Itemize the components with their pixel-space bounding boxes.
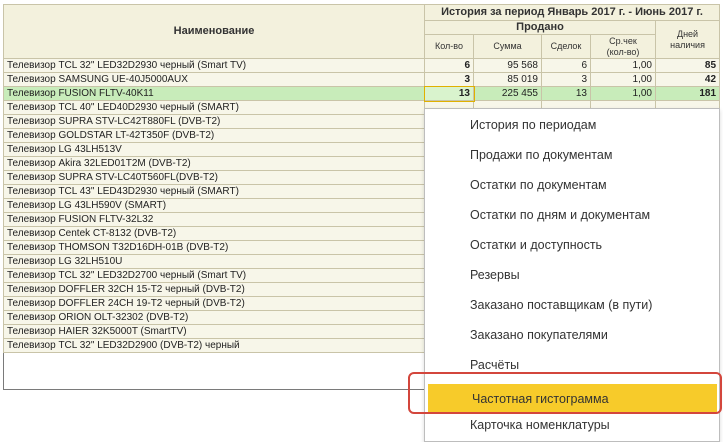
cell-days[interactable]: 181	[654, 86, 721, 101]
menu-item-stock-by-days-and-documents[interactable]: Остатки по дням и документам	[426, 200, 718, 230]
cell-deals[interactable]: 13	[541, 86, 591, 101]
period-header: История за период Январь 2017 г. - Июнь …	[423, 4, 721, 21]
table-row[interactable]: Телевизор FUSION FLTV-40K11 13 225 455 13 1,…	[3, 85, 721, 102]
cell-days[interactable]: 85	[654, 58, 721, 73]
cell-qty[interactable]: 6	[424, 58, 474, 73]
menu-item-item-card[interactable]: Карточка номенклатуры	[426, 410, 718, 440]
cell-avg-check[interactable]: 1,00	[590, 72, 656, 87]
menu-item-ordered-by-customers[interactable]: Заказано покупателями	[426, 320, 718, 350]
cell-deals[interactable]: 6	[541, 58, 591, 73]
menu-item-history-by-periods[interactable]: История по периодам	[426, 110, 718, 140]
column-header-days[interactable]: Дней наличия	[654, 20, 721, 59]
menu-item-stock-and-availability[interactable]: Остатки и доступность	[426, 230, 718, 260]
cell-name[interactable]: Телевизор LG 43LH513V	[3, 142, 425, 157]
cell-name[interactable]: Телевизор THOMSON T32D16DH-01B (DVB-T2)	[3, 240, 425, 255]
avg-check-label-line1: Ср.чек	[609, 35, 637, 46]
cell-qty[interactable]: 3	[424, 72, 474, 87]
cell-name[interactable]: Телевизор HAIER 32K5000T (SmartTV)	[3, 324, 425, 339]
column-header-avg-check[interactable]: Ср.чек (кол-во)	[590, 34, 656, 59]
cell-name[interactable]: Телевизор LG 43LH590V (SMART)	[3, 198, 425, 213]
menu-item-ordered-from-suppliers[interactable]: Заказано поставщикам (в пути)	[426, 290, 718, 320]
cell-name[interactable]: Телевизор GOLDSTAR LT-42T350F (DVB-T2)	[3, 128, 425, 143]
cell-name[interactable]: Телевизор FUSION FLTV-40K11	[3, 86, 425, 101]
cell-sum[interactable]: 225 455	[473, 86, 542, 101]
cell-name[interactable]: Телевизор SUPRA STV-LC40T560FL(DVB-T2)	[3, 170, 425, 185]
column-header-deals[interactable]: Сделок	[541, 34, 591, 59]
column-header-qty[interactable]: Кол-во	[424, 34, 474, 59]
table-row[interactable]: Телевизор SAMSUNG UE-40J5000AUX 3 85 019 3 1…	[3, 72, 721, 87]
days-label-line1: Дней	[676, 28, 699, 39]
cell-sum[interactable]: 85 019	[473, 72, 542, 87]
cell-name[interactable]: Телевизор LG 32LH510U	[3, 254, 425, 269]
cell-name[interactable]: Телевизор SAMSUNG UE-40J5000AUX	[3, 72, 425, 87]
column-header-name[interactable]: Наименование	[3, 4, 425, 59]
days-label-line2: наличия	[670, 39, 705, 50]
cell-name[interactable]: Телевизор Centek CT-8132 (DVB-T2)	[3, 226, 425, 241]
cell-name[interactable]: Телевизор TCL 40" LED40D2930 черный (SMA…	[3, 100, 425, 115]
cell-name[interactable]: Телевизор DOFFLER 32CH 15-T2 черный (DVB…	[3, 282, 425, 297]
table-row[interactable]: Телевизор TCL 32" LED32D2930 черный (Sma…	[3, 58, 721, 73]
avg-check-label-line2: (кол-во)	[606, 46, 640, 57]
cell-avg-check[interactable]: 1,00	[590, 86, 656, 101]
cell-avg-check[interactable]: 1,00	[590, 58, 656, 73]
highlight-frame	[408, 372, 722, 414]
cell-name[interactable]: Телевизор TCL 32" LED32D2900 (DVB-T2) че…	[3, 338, 425, 353]
cell-qty[interactable]: 13	[423, 85, 475, 102]
cell-name[interactable]: Телевизор ORION OLT-32302 (DVB-T2)	[3, 310, 425, 325]
menu-item-stock-by-documents[interactable]: Остатки по документам	[426, 170, 718, 200]
sold-header: Продано	[424, 20, 656, 35]
column-header-sum[interactable]: Сумма	[473, 34, 542, 59]
cell-name[interactable]: Телевизор FUSION FLTV-32L32	[3, 212, 425, 227]
cell-name[interactable]: Телевизор TCL 32" LED32D2930 черный (Sma…	[3, 58, 425, 73]
cell-sum[interactable]: 95 568	[473, 58, 542, 73]
menu-item-sales-by-documents[interactable]: Продажи по документам	[426, 140, 718, 170]
menu-item-reserves[interactable]: Резервы	[426, 260, 718, 290]
cell-name[interactable]: Телевизор DOFFLER 24CH 19-T2 черный (DVB…	[3, 296, 425, 311]
cell-name[interactable]: Телевизор TCL 43" LED43D2930 черный (SMA…	[3, 184, 425, 199]
cell-name[interactable]: Телевизор SUPRA STV-LC42T880FL (DVB-T2)	[3, 114, 425, 129]
cell-deals[interactable]: 3	[541, 72, 591, 87]
cell-name[interactable]: Телевизор TCL 32" LED32D2700 черный (Sma…	[3, 268, 425, 283]
cell-days[interactable]: 42	[654, 72, 721, 87]
cell-name[interactable]: Телевизор Akira 32LED01T2M (DVB-T2)	[3, 156, 425, 171]
